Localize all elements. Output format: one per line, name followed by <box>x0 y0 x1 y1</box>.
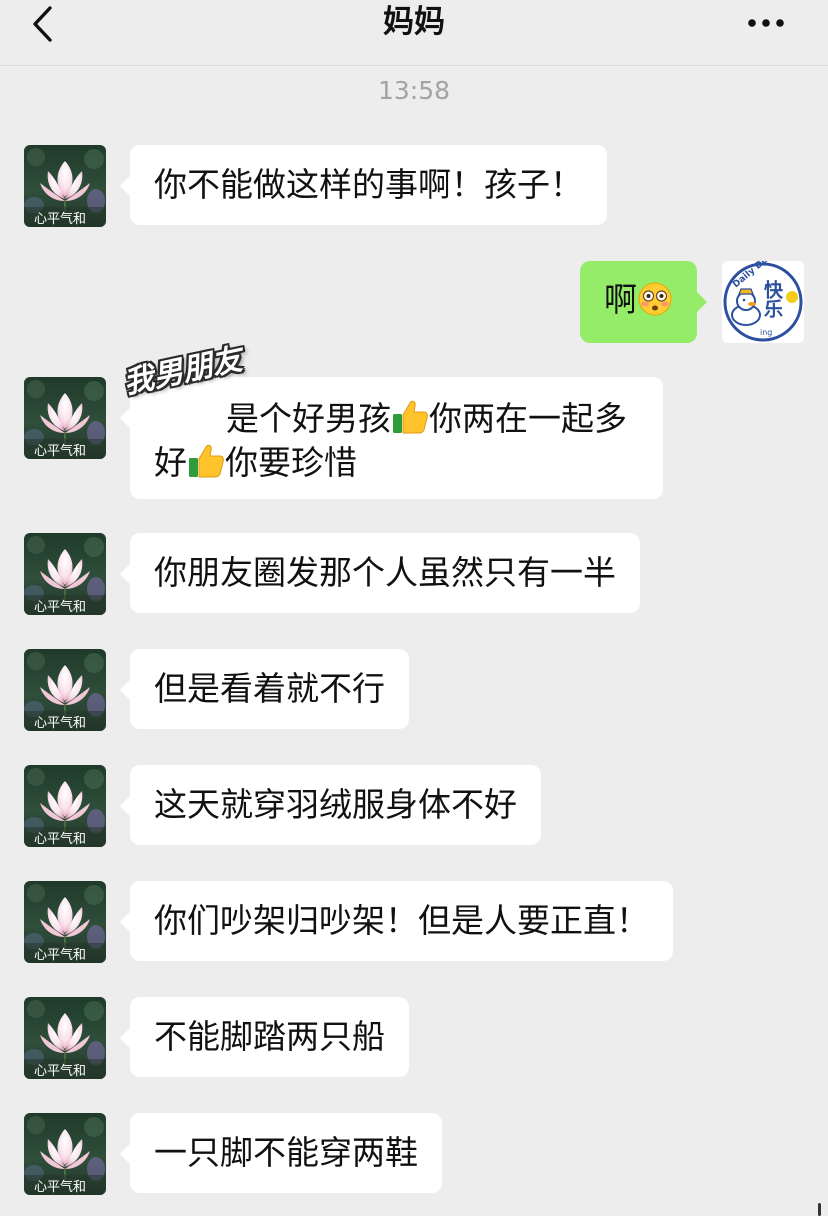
message-text: 你们吵架归吵架！但是人要正直！ <box>154 901 649 940</box>
avatar-caption: 心平气和 <box>34 1179 86 1195</box>
contact-avatar[interactable]: 心平气和 <box>24 649 106 731</box>
message-text: 好 <box>154 443 187 482</box>
message-bubble[interactable]: 是个好男孩 你两在一起多 好 你要珍惜 <box>120 377 663 499</box>
my-avatar[interactable]: Daily Duck 快乐 ing <box>722 261 804 343</box>
message-text: 你不能做这样的事啊！孩子！ <box>154 165 583 204</box>
avatar-caption: 心平气和 <box>34 947 86 963</box>
avatar-caption: 心平气和 <box>34 211 86 227</box>
contact-avatar[interactable]: 心平气和 <box>24 765 106 847</box>
message-text: 一只脚不能穿两鞋 <box>154 1133 418 1172</box>
avatar-caption: 心平气和 <box>34 443 86 459</box>
chat-title: 妈妈 <box>383 4 445 40</box>
message-bubble[interactable]: 这天就穿羽绒服身体不好 <box>120 765 541 845</box>
contact-avatar[interactable]: 心平气和 <box>24 145 106 227</box>
message-bubble[interactable]: 你们吵架归吵架！但是人要正直！ <box>120 881 673 961</box>
avatar-ing-text: ing <box>760 328 772 337</box>
message-text: 不能脚踏两只船 <box>154 1017 385 1056</box>
message-line: 好 你要珍惜 <box>154 441 643 485</box>
scrollbar[interactable] <box>818 1203 821 1216</box>
message-text: 你两在一起多 <box>429 399 627 438</box>
avatar-caption: 心平气和 <box>34 831 86 847</box>
contact-avatar[interactable]: 心平气和 <box>24 1113 106 1195</box>
avatar-main-text: 快乐 <box>761 279 783 318</box>
message-line: 是个好男孩 你两在一起多 <box>154 397 643 441</box>
message-bubble[interactable]: 但是看着就不行 <box>120 649 409 729</box>
ellipsis-icon <box>748 19 784 27</box>
contact-avatar[interactable]: 心平气和 <box>24 997 106 1079</box>
message-text: 但是看着就不行 <box>154 669 385 708</box>
contact-avatar[interactable]: 心平气和 <box>24 881 106 963</box>
contact-avatar[interactable]: 心平气和 <box>24 533 106 615</box>
my-message-bubble[interactable]: 啊 <box>580 261 707 343</box>
more-options-button[interactable] <box>744 6 796 40</box>
contact-avatar[interactable]: 心平气和 <box>24 377 106 459</box>
message-text: 啊 <box>604 280 637 319</box>
thumbs-up-icon <box>393 400 428 434</box>
message-text: 是个好男孩 <box>226 399 391 438</box>
message-text: 你要珍惜 <box>225 443 357 482</box>
message-bubble[interactable]: 一只脚不能穿两鞋 <box>120 1113 442 1193</box>
thumbs-up-icon <box>189 444 224 478</box>
message-timestamp: 13:58 <box>377 76 451 105</box>
avatar-caption: 心平气和 <box>34 715 86 731</box>
message-text: 这天就穿羽绒服身体不好 <box>154 785 517 824</box>
message-bubble[interactable]: 不能脚踏两只船 <box>120 997 409 1077</box>
avatar-caption: 心平气和 <box>34 1063 86 1079</box>
message-bubble[interactable]: 你朋友圈发那个人虽然只有一半 <box>120 533 640 613</box>
avatar-caption: 心平气和 <box>34 599 86 615</box>
message-bubble[interactable]: 你不能做这样的事啊！孩子！ <box>120 145 607 225</box>
navigation-bar: 妈妈 <box>0 0 828 66</box>
flushed-face-icon <box>638 282 672 316</box>
message-text: 你朋友圈发那个人虽然只有一半 <box>154 553 616 592</box>
